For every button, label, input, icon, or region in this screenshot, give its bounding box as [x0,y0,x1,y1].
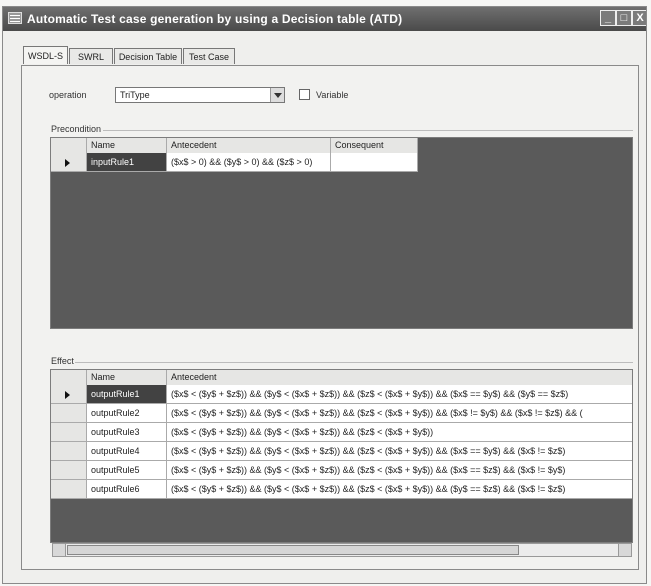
effect-column-antecedent[interactable]: Antecedent [167,370,632,385]
row-header[interactable] [51,153,87,172]
effect-horizontal-scrollbar[interactable] [52,543,632,557]
row-header[interactable] [51,480,87,499]
row-header[interactable] [51,423,87,442]
operation-select[interactable]: TriType [115,87,285,103]
precondition-label: Precondition [51,124,102,134]
current-row-pointer-icon [65,159,70,167]
row-header[interactable] [51,404,87,423]
effect-grid[interactable]: Name Antecedent outputRule1 ($x$ < ($y$ … [50,369,633,543]
precondition-column-name[interactable]: Name [87,138,167,153]
effect-group-line [75,362,633,363]
effect-column-name[interactable]: Name [87,370,167,385]
current-row-pointer-icon [65,391,70,399]
precondition-consequent-cell[interactable] [331,153,418,172]
title-bar[interactable]: Automatic Test case generation by using … [3,7,646,31]
tab-wsdl-s[interactable]: WSDL-S [23,46,68,64]
scroll-right-icon[interactable] [618,544,631,556]
precondition-corner-header [51,138,87,153]
effect-antecedent-cell[interactable]: ($x$ < ($y$ + $z$)) && ($y$ < ($x$ + $z$… [167,480,632,499]
variable-label: Variable [316,90,349,100]
app-icon [8,12,22,24]
effect-antecedent-cell[interactable]: ($x$ < ($y$ + $z$)) && ($y$ < ($x$ + $z$… [167,385,632,404]
effect-name-cell[interactable]: outputRule5 [87,461,167,480]
effect-name-cell[interactable]: outputRule1 [87,385,167,404]
effect-name-cell[interactable]: outputRule2 [87,404,167,423]
operation-label: operation [49,90,87,100]
precondition-column-antecedent[interactable]: Antecedent [167,138,331,153]
scroll-thumb[interactable] [67,545,519,555]
operation-value: TriType [120,90,150,100]
effect-corner-header [51,370,87,385]
effect-name-cell[interactable]: outputRule6 [87,480,167,499]
effect-name-cell[interactable]: outputRule3 [87,423,167,442]
effect-antecedent-cell[interactable]: ($x$ < ($y$ + $z$)) && ($y$ < ($x$ + $z$… [167,404,632,423]
effect-antecedent-cell[interactable]: ($x$ < ($y$ + $z$)) && ($y$ < ($x$ + $z$… [167,461,632,480]
effect-name-cell[interactable]: outputRule4 [87,442,167,461]
effect-label: Effect [51,356,74,366]
scroll-left-icon[interactable] [53,544,66,556]
window-title: Automatic Test case generation by using … [27,12,403,26]
precondition-name-cell[interactable]: inputRule1 [87,153,167,172]
precondition-column-consequent[interactable]: Consequent [331,138,418,153]
minimize-button[interactable]: _ [600,10,616,26]
precondition-grid[interactable]: Name Antecedent Consequent inputRule1 ($… [50,137,633,329]
effect-antecedent-cell[interactable]: ($x$ < ($y$ + $z$)) && ($y$ < ($x$ + $z$… [167,423,632,442]
row-header[interactable] [51,385,87,404]
tab-test-case[interactable]: Test Case [183,48,235,64]
precondition-antecedent-cell[interactable]: ($x$ > 0) && ($y$ > 0) && ($z$ > 0) [167,153,331,172]
precondition-group-line [103,130,633,131]
variable-checkbox[interactable] [299,89,310,100]
row-header[interactable] [51,461,87,480]
effect-antecedent-cell[interactable]: ($x$ < ($y$ + $z$)) && ($y$ < ($x$ + $z$… [167,442,632,461]
main-window: Automatic Test case generation by using … [2,6,647,584]
chevron-down-icon[interactable] [270,88,284,102]
row-header[interactable] [51,442,87,461]
tab-swrl[interactable]: SWRL [69,48,113,64]
maximize-button[interactable]: □ [616,10,632,26]
tab-decision-table[interactable]: Decision Table [114,48,182,64]
close-button[interactable]: X [632,10,646,26]
